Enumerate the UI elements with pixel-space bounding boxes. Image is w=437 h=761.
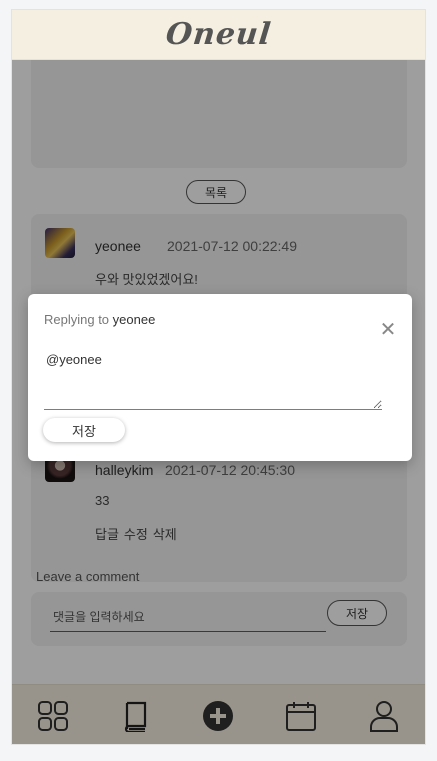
app-header: Oneul [12,10,425,60]
reply-to-user: yeonee [112,312,156,327]
reply-title-prefix: Replying to [44,312,110,327]
close-icon[interactable]: ✕ [378,320,398,340]
reply-dialog-title: Replying to yeonee [44,312,155,327]
app-logo[interactable]: Oneul [164,17,273,52]
app-frame: Oneul 목록 yeonee 2021-07-12 00:22:49 우와 맛… [11,9,426,745]
reply-dialog: Replying to yeonee ✕ @yeonee 저장 [28,294,412,461]
reply-textarea[interactable]: @yeonee [44,346,382,410]
reply-save-button[interactable]: 저장 [43,418,125,442]
